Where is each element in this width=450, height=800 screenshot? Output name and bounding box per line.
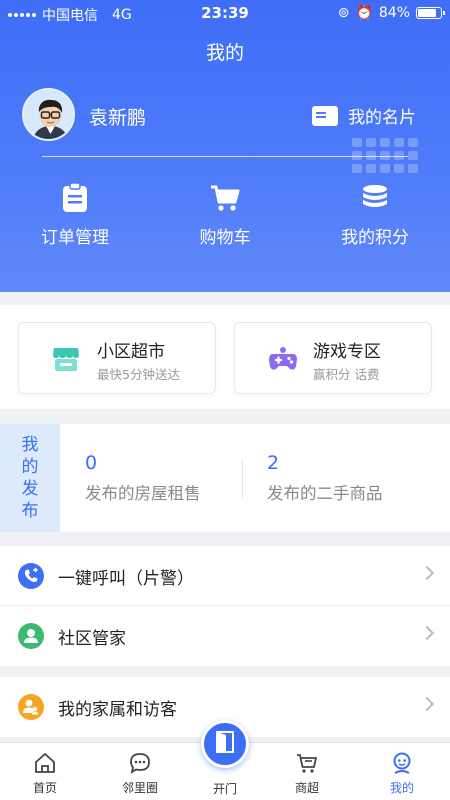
emergency-call-item[interactable]: 一键呼叫（片警） xyxy=(0,546,450,606)
community-store-card[interactable]: 小区超市 最快5分钟送达 xyxy=(18,322,216,394)
id-card-icon xyxy=(312,105,338,126)
chevron-right-icon xyxy=(419,696,435,712)
tag-char: 我 xyxy=(21,435,39,455)
rotation-lock-icon: ⊚ xyxy=(337,5,350,21)
profile-header: 中国电信 4G 23:39 ⊚ ⏰ 84% 我的 袁新鹏 我的名片 订单管理 购… xyxy=(0,0,450,292)
service-title: 小区超市 xyxy=(97,342,165,362)
home-icon xyxy=(0,751,90,775)
stat-label: 发布的二手商品 xyxy=(267,484,383,503)
tab-supermarket[interactable]: 商超 xyxy=(262,751,352,796)
tab-label-open-door: 开门 xyxy=(212,782,237,796)
quick-action-label: 购物车 xyxy=(199,228,251,248)
order-management-button[interactable]: 订单管理 xyxy=(0,183,150,248)
tag-char: 布 xyxy=(21,501,39,521)
family-icon xyxy=(18,694,44,720)
service-cards: 小区超市 最快5分钟送达 游戏专区 赢积分 话费 xyxy=(0,305,450,409)
tab-neighborhood[interactable]: 邻里圈 xyxy=(95,751,185,796)
battery-percent: 84% xyxy=(378,5,410,21)
tag-char: 的 xyxy=(21,457,39,477)
quick-actions: 订单管理 购物车 我的积分 xyxy=(0,183,450,248)
chevron-right-icon xyxy=(419,565,435,581)
tab-home[interactable]: 首页 xyxy=(0,751,90,796)
menu-item-label: 一键呼叫（片警） xyxy=(58,569,194,589)
my-points-button[interactable]: 我的积分 xyxy=(300,183,450,248)
stat-label: 发布的房屋租售 xyxy=(85,484,201,503)
service-subtitle: 最快5分钟送达 xyxy=(97,367,180,382)
tab-label: 邻里圈 xyxy=(121,781,158,795)
open-door-button[interactable] xyxy=(201,720,249,768)
namecard-button[interactable]: 我的名片 xyxy=(312,103,416,128)
my-posts-tag: 我 的 发 布 xyxy=(0,424,60,532)
quick-action-label: 订单管理 xyxy=(41,228,109,248)
menu-list: 一键呼叫（片警） 社区管家 xyxy=(0,546,450,666)
housing-posts-stat[interactable]: 0 发布的房屋租售 xyxy=(85,452,201,504)
menu-item-label: 社区管家 xyxy=(58,629,126,649)
menu-item-label: 我的家属和访客 xyxy=(58,700,177,720)
tab-label: 首页 xyxy=(32,781,57,795)
tab-label: 商超 xyxy=(294,781,319,795)
game-zone-card[interactable]: 游戏专区 赢积分 话费 xyxy=(234,322,432,394)
quick-action-label: 我的积分 xyxy=(341,228,409,248)
service-subtitle: 赢积分 话费 xyxy=(313,367,380,382)
status-bar: 中国电信 4G 23:39 ⊚ ⏰ 84% xyxy=(0,0,450,26)
store-icon xyxy=(52,346,80,372)
cart-icon xyxy=(262,751,352,775)
battery-icon xyxy=(416,7,445,19)
namecard-label: 我的名片 xyxy=(348,108,416,128)
alarm-icon: ⏰ xyxy=(355,5,373,21)
points-stack-icon xyxy=(300,183,450,213)
secondhand-posts-stat[interactable]: 2 发布的二手商品 xyxy=(267,452,383,504)
person-icon xyxy=(18,623,44,649)
order-list-icon xyxy=(0,183,150,213)
tab-label: 我的 xyxy=(389,781,414,795)
battery-fill xyxy=(418,9,436,17)
cart-icon xyxy=(150,183,300,213)
phone-icon xyxy=(18,563,44,589)
avatar[interactable] xyxy=(22,88,75,141)
chevron-right-icon xyxy=(419,625,435,641)
stat-count: 0 xyxy=(85,452,98,474)
my-posts-section: 我 的 发 布 0 发布的房屋租售 2 发布的二手商品 xyxy=(0,424,450,532)
tab-profile[interactable]: 我的 xyxy=(357,751,447,796)
door-icon xyxy=(212,729,238,759)
gamepad-icon xyxy=(268,346,297,372)
stat-divider xyxy=(242,460,243,498)
shopping-cart-button[interactable]: 购物车 xyxy=(150,183,300,248)
stat-count: 2 xyxy=(267,452,280,474)
page-title: 我的 xyxy=(205,42,244,64)
tag-char: 发 xyxy=(21,479,39,499)
profile-icon xyxy=(357,751,447,775)
community-manager-item[interactable]: 社区管家 xyxy=(0,606,450,666)
decorative-pattern xyxy=(352,138,418,173)
user-name: 袁新鹏 xyxy=(89,107,147,129)
service-title: 游戏专区 xyxy=(313,342,381,362)
chat-icon xyxy=(95,751,185,775)
